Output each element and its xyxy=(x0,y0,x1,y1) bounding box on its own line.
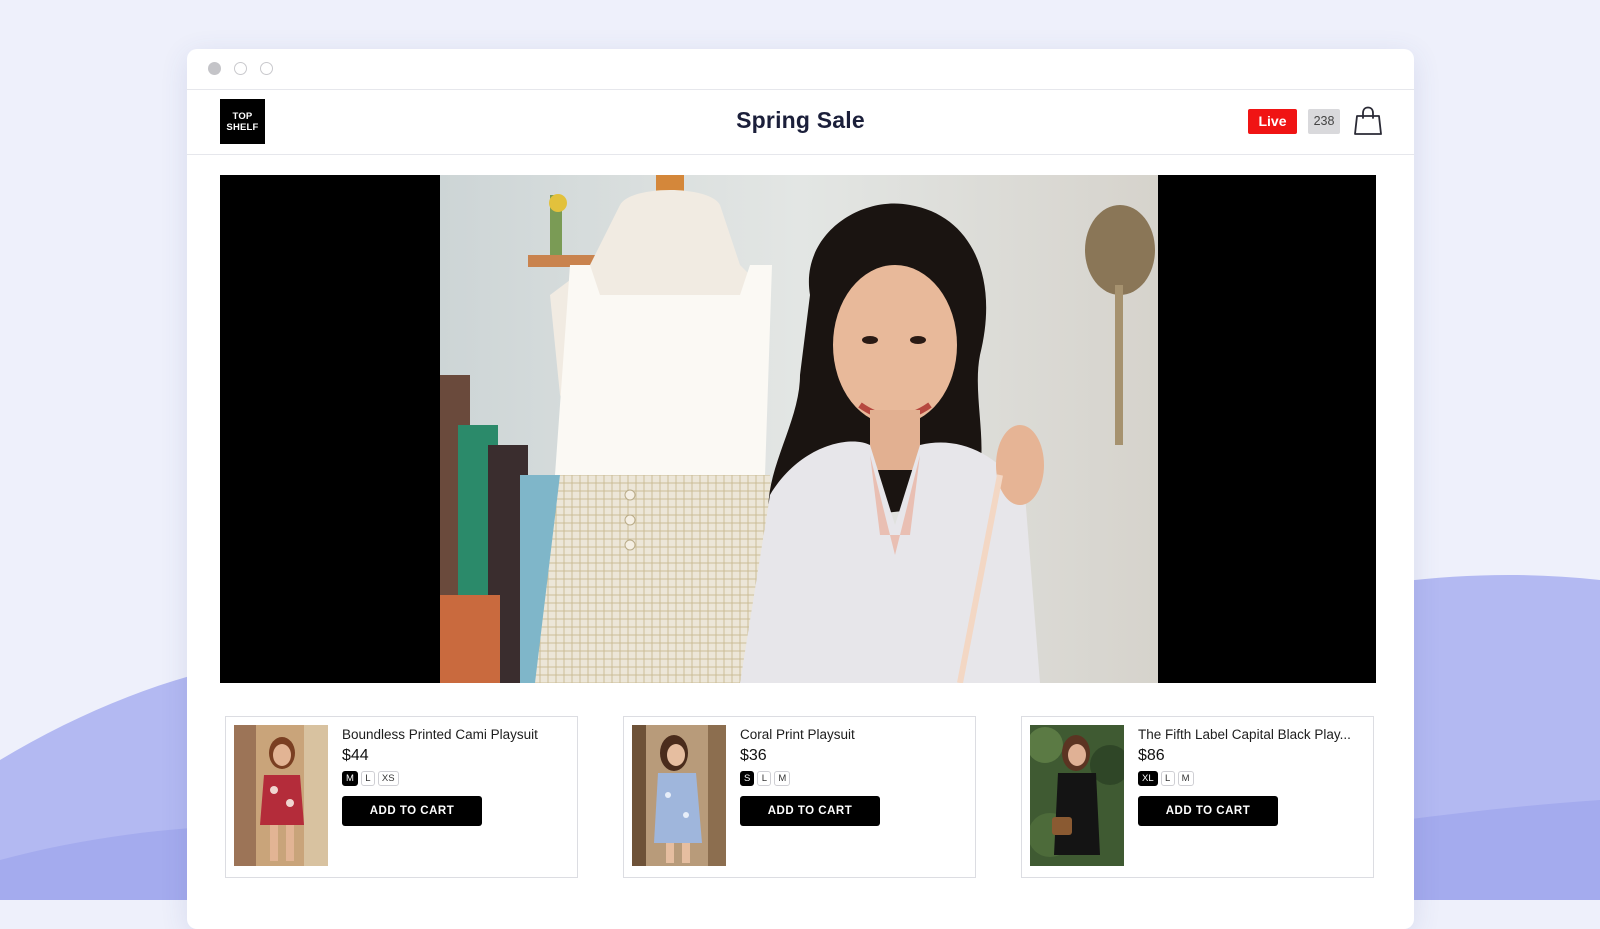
product-image[interactable] xyxy=(1030,725,1124,866)
window-minimize-button[interactable] xyxy=(234,62,247,75)
product-card: The Fifth Label Capital Black Play... $8… xyxy=(1021,716,1374,878)
live-badge: Live xyxy=(1248,109,1297,134)
size-option[interactable]: M xyxy=(1177,771,1194,786)
product-name[interactable]: The Fifth Label Capital Black Play... xyxy=(1138,727,1363,742)
video-frame xyxy=(440,175,1158,683)
window-titlebar xyxy=(187,49,1414,90)
product-image[interactable] xyxy=(234,725,328,866)
size-option[interactable]: L xyxy=(360,771,375,786)
size-option[interactable]: XL xyxy=(1138,771,1158,786)
size-option[interactable]: XS xyxy=(377,771,399,786)
add-to-cart-button[interactable]: ADD TO CART xyxy=(342,796,482,826)
size-option[interactable]: L xyxy=(1160,771,1175,786)
window-close-button[interactable] xyxy=(208,62,221,75)
size-options: XL L M xyxy=(1138,771,1363,786)
shopping-bag-icon[interactable] xyxy=(1354,106,1382,136)
viewer-count: 238 xyxy=(1308,109,1340,134)
product-image[interactable] xyxy=(632,725,726,866)
add-to-cart-button[interactable]: ADD TO CART xyxy=(1138,796,1278,826)
product-card: Boundless Printed Cami Playsuit $44 M L … xyxy=(225,716,578,878)
product-name[interactable]: Coral Print Playsuit xyxy=(740,727,965,742)
product-card: Coral Print Playsuit $36 S L M ADD TO CA… xyxy=(623,716,976,878)
store-header: TOP SHELF Spring Sale Live 238 xyxy=(187,90,1414,155)
add-to-cart-button[interactable]: ADD TO CART xyxy=(740,796,880,826)
browser-window: TOP SHELF Spring Sale Live 238 Boundless… xyxy=(187,49,1414,929)
size-option[interactable]: L xyxy=(757,771,772,786)
size-option[interactable]: S xyxy=(740,771,755,786)
live-video-player[interactable] xyxy=(220,175,1376,683)
window-maximize-button[interactable] xyxy=(260,62,273,75)
product-price: $36 xyxy=(740,747,767,764)
product-name[interactable]: Boundless Printed Cami Playsuit xyxy=(342,727,567,742)
size-option[interactable]: M xyxy=(342,771,358,786)
page-title: Spring Sale xyxy=(736,107,865,133)
size-options: M L XS xyxy=(342,771,567,786)
size-options: S L M xyxy=(740,771,965,786)
product-price: $44 xyxy=(342,747,369,764)
product-price: $86 xyxy=(1138,747,1165,764)
size-option[interactable]: M xyxy=(774,771,791,786)
